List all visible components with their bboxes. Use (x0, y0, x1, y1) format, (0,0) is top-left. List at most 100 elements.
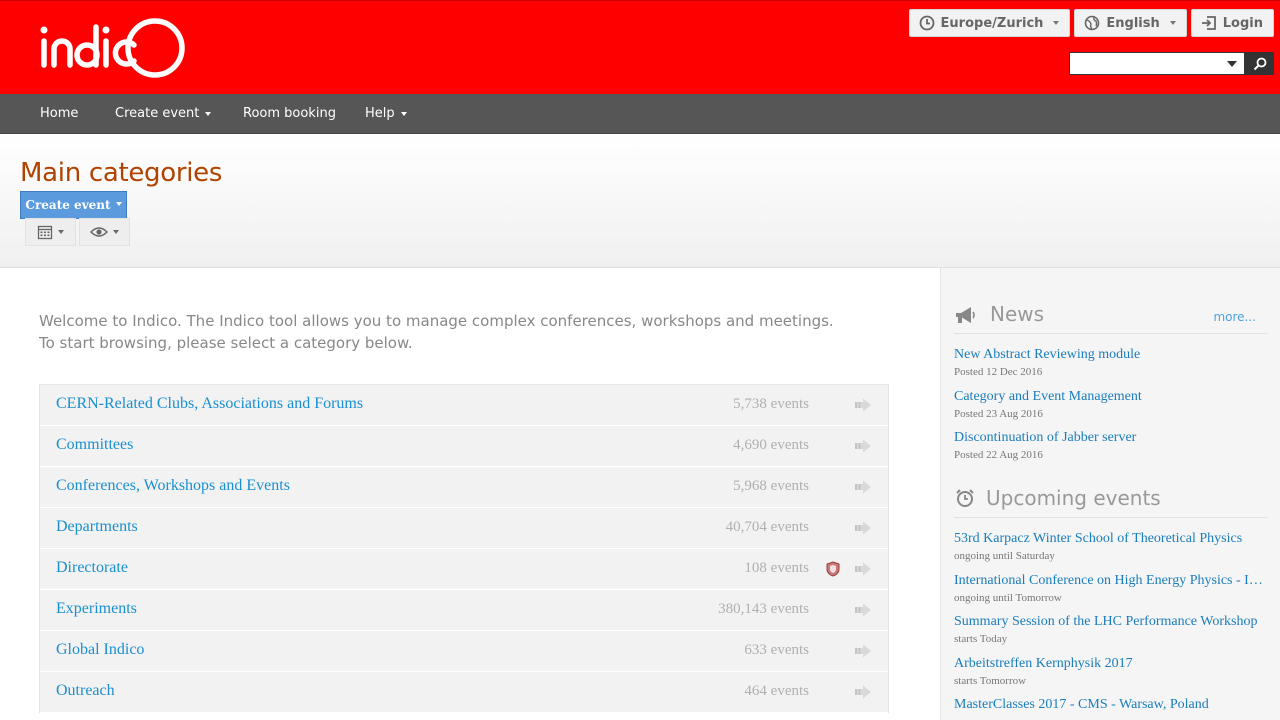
category-event-count: 633 events (744, 642, 809, 658)
arrow-right-icon[interactable] (854, 480, 872, 494)
upcoming-header: Upcoming events (954, 482, 1268, 518)
news-item-meta: Posted 22 Aug 2016 (954, 449, 1043, 461)
calendar-icon (37, 225, 53, 240)
search-input[interactable] (1070, 53, 1220, 74)
site-header: Europe/Zurich English Login (0, 0, 1280, 94)
arrow-right-icon[interactable] (854, 644, 872, 658)
timezone-button[interactable]: Europe/Zurich (908, 9, 1071, 37)
language-label: English (1106, 15, 1160, 31)
nav-item-help[interactable]: Help (365, 106, 407, 121)
upcoming-item-meta: ongoing until Tomorrow (954, 591, 1062, 604)
calendar-view-button[interactable] (25, 218, 76, 246)
upcoming-item-link[interactable]: MasterClasses 2017 - CMS - Warsaw, Polan… (954, 697, 1264, 713)
category-name[interactable]: CERN-Related Clubs, Associations and For… (56, 395, 363, 413)
nav-item-label: Create event (115, 106, 200, 121)
category-event-count: 5,968 events (733, 478, 809, 494)
upcoming-item: Summary Session of the LHC Performance W… (954, 614, 1264, 645)
chevron-down-icon (400, 111, 407, 116)
news-item: Category and Event Management Posted 23 A… (954, 389, 1264, 420)
upcoming-item-link[interactable]: Arbeitstreffen Kernphysik 2017 (954, 656, 1264, 672)
login-icon (1201, 16, 1216, 30)
news-item-link[interactable]: New Abstract Reviewing module (954, 347, 1264, 363)
category-row[interactable]: Outreach 464 events (40, 672, 888, 713)
upcoming-item-meta: starts Today (954, 633, 1008, 645)
upcoming-item: MasterClasses 2017 - CMS - Warsaw, Polan… (954, 697, 1264, 713)
nav-item-label: Home (40, 106, 79, 121)
megaphone-icon (956, 307, 975, 323)
clock-icon (919, 15, 934, 31)
search-box (1069, 52, 1274, 75)
upcoming-item: Arbeitstreffen Kernphysik 2017 starts Tom… (954, 656, 1264, 687)
welcome-line: Welcome to Indico. The Indico tool allow… (39, 312, 834, 330)
arrow-right-icon[interactable] (854, 603, 872, 617)
welcome-line: To start browsing, please select a categ… (39, 334, 413, 352)
arrow-right-icon[interactable] (854, 685, 872, 699)
search-button[interactable] (1245, 52, 1274, 75)
shield-icon (826, 561, 840, 577)
category-event-count: 40,704 events (725, 519, 809, 535)
category-row[interactable]: CERN-Related Clubs, Associations and For… (40, 385, 888, 426)
category-event-count: 380,143 events (718, 601, 809, 617)
category-event-count: 4,690 events (733, 437, 809, 453)
news-more-link[interactable]: more... (1213, 310, 1256, 324)
globe-icon (1085, 15, 1100, 31)
category-name[interactable]: Outreach (56, 682, 115, 700)
chevron-down-icon (205, 111, 212, 116)
news-item: New Abstract Reviewing module Posted 12 D… (954, 347, 1264, 378)
arrow-right-icon[interactable] (854, 562, 872, 576)
create-event-button[interactable]: Create event (20, 191, 127, 219)
arrow-right-icon[interactable] (854, 521, 872, 535)
upcoming-item-meta: starts Tomorrow (954, 674, 1027, 687)
login-button[interactable]: Login (1190, 9, 1274, 37)
page-title: Main categories (20, 158, 223, 188)
category-row[interactable]: Directorate 108 events (40, 549, 888, 590)
news-item-link[interactable]: Category and Event Management (954, 389, 1264, 405)
timezone-label: Europe/Zurich (940, 15, 1044, 31)
nav-item-create-event[interactable]: Create event (115, 106, 212, 121)
news-title: News (990, 302, 1045, 326)
upcoming-item-link[interactable]: International Conference on High Energy … (954, 573, 1264, 589)
upcoming-title: Upcoming events (986, 486, 1161, 510)
nav-item-room-booking[interactable]: Room booking (243, 106, 336, 121)
category-name[interactable]: Global Indico (56, 641, 144, 659)
indico-logo[interactable] (38, 17, 190, 81)
login-label: Login (1222, 15, 1263, 31)
category-row[interactable]: Committees 4,690 events (40, 426, 888, 467)
alarm-clock-icon (956, 489, 974, 507)
nav-item-home[interactable]: Home (40, 106, 78, 121)
news-item-link[interactable]: Discontinuation of Jabber server (954, 430, 1264, 446)
upcoming-item-link[interactable]: 53rd Karpacz Winter School of Theoretica… (954, 531, 1264, 547)
upcoming-item-meta: ongoing until Saturday (954, 550, 1055, 562)
search-options-dropdown-icon[interactable] (1227, 61, 1237, 67)
chevron-down-icon (115, 202, 122, 206)
category-row[interactable]: Conferences, Workshops and Events 5,968 e… (40, 467, 888, 508)
news-item: Discontinuation of Jabber server Posted 2… (954, 430, 1264, 461)
news-item-meta: Posted 23 Aug 2016 (954, 407, 1043, 420)
category-name[interactable]: Departments (56, 518, 138, 536)
sidebar: News more... New Abstract Reviewing modu… (940, 268, 1280, 720)
arrow-right-icon[interactable] (854, 398, 872, 412)
chevron-down-icon (113, 230, 119, 234)
upcoming-item-link[interactable]: Summary Session of the LHC Performance W… (954, 614, 1264, 630)
display-options-button[interactable] (79, 218, 130, 246)
search-field-wrapper (1069, 52, 1245, 75)
chevron-down-icon (1169, 21, 1176, 25)
category-row[interactable]: Experiments 380,143 events (40, 590, 888, 631)
category-list: CERN-Related Clubs, Associations and For… (39, 384, 889, 713)
category-name[interactable]: Directorate (56, 559, 128, 577)
create-event-label: Create event (25, 198, 111, 212)
category-row[interactable]: Global Indico 633 events (40, 631, 888, 672)
arrow-right-icon[interactable] (854, 439, 872, 453)
eye-icon (90, 227, 108, 237)
nav-item-label: Help (365, 106, 395, 121)
category-name[interactable]: Committees (56, 436, 133, 454)
language-button[interactable]: English (1074, 9, 1187, 37)
chevron-down-icon (58, 230, 64, 234)
category-header: Main categories Create event (0, 134, 1280, 268)
news-item-meta: Posted 12 Dec 2016 (954, 366, 1043, 378)
category-name[interactable]: Conferences, Workshops and Events (56, 477, 290, 495)
category-event-count: 5,738 events (733, 396, 809, 412)
news-header: News more... (954, 298, 1268, 334)
category-row[interactable]: Departments 40,704 events (40, 508, 888, 549)
category-name[interactable]: Experiments (56, 600, 137, 618)
